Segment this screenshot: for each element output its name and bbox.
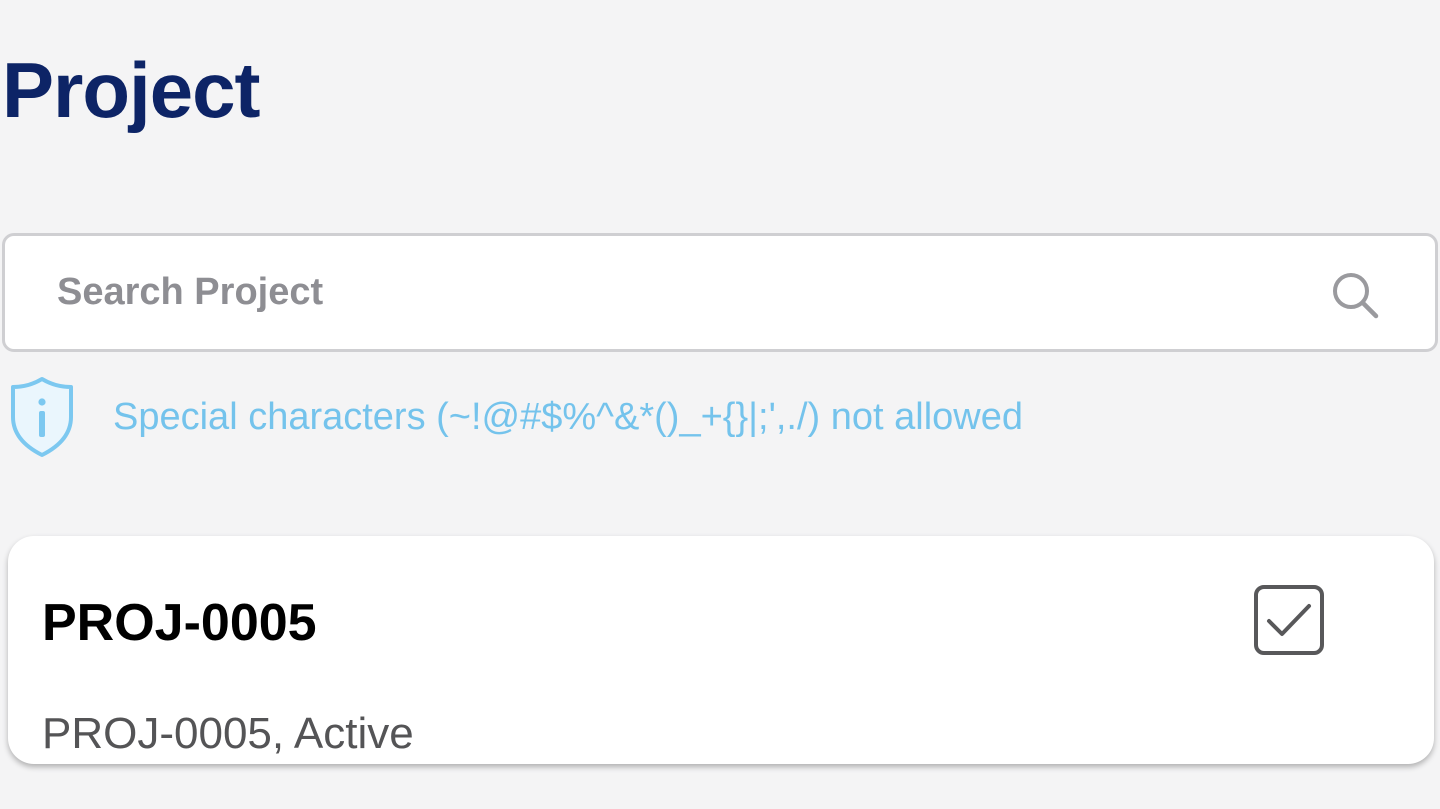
search-input[interactable] bbox=[57, 254, 1277, 330]
project-card[interactable]: PROJ-0005 PROJ-0005, Active bbox=[8, 536, 1434, 764]
project-checkbox[interactable] bbox=[1253, 584, 1325, 656]
shield-info-icon bbox=[11, 377, 73, 457]
page-title: Project bbox=[2, 46, 260, 134]
search-icon[interactable] bbox=[1328, 268, 1382, 322]
special-characters-notice: Special characters (~!@#$%^&*()_+{}|;',.… bbox=[8, 375, 1208, 459]
project-code: PROJ-0005 bbox=[42, 594, 317, 652]
project-subtitle: PROJ-0005, Active bbox=[42, 709, 414, 758]
project-selection-page: Project Special characters (~!@#$%^&*()_… bbox=[0, 0, 1440, 809]
special-characters-message: Special characters (~!@#$%^&*()_+{}|;',.… bbox=[113, 396, 1023, 438]
search-bar[interactable] bbox=[2, 233, 1438, 352]
